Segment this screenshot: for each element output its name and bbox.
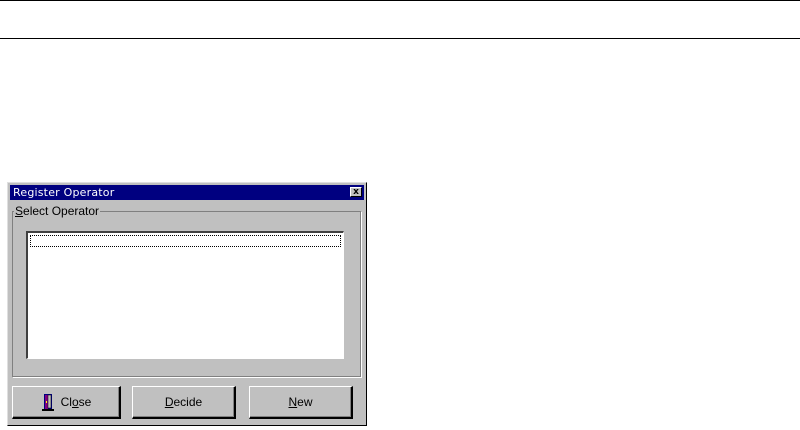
- window-title: Register Operator: [13, 186, 115, 199]
- new-label-rest: ew: [297, 395, 313, 409]
- list-focus-row[interactable]: [30, 235, 341, 247]
- title-bar[interactable]: Register Operator x: [10, 185, 364, 200]
- close-label-accel: o: [71, 395, 79, 409]
- close-label-post: se: [78, 395, 92, 409]
- close-button[interactable]: Close: [12, 386, 121, 419]
- operator-listbox[interactable]: [26, 231, 344, 359]
- door-icon: [41, 393, 54, 411]
- new-label-accel: N: [288, 395, 298, 409]
- register-operator-dialog: Register Operator x Select Operator Clos…: [7, 182, 367, 426]
- decide-button[interactable]: Decide: [132, 386, 236, 419]
- label-text: elect Operator: [23, 204, 100, 218]
- header-rule: [0, 38, 800, 39]
- top-rule: [0, 0, 800, 1]
- select-operator-label: Select Operator: [14, 204, 101, 218]
- close-label-pre: Cl: [60, 395, 72, 409]
- label-accelerator: S: [15, 204, 24, 218]
- decide-label-rest: ecide: [173, 395, 203, 409]
- close-icon[interactable]: x: [350, 187, 362, 197]
- new-button[interactable]: New: [249, 386, 353, 419]
